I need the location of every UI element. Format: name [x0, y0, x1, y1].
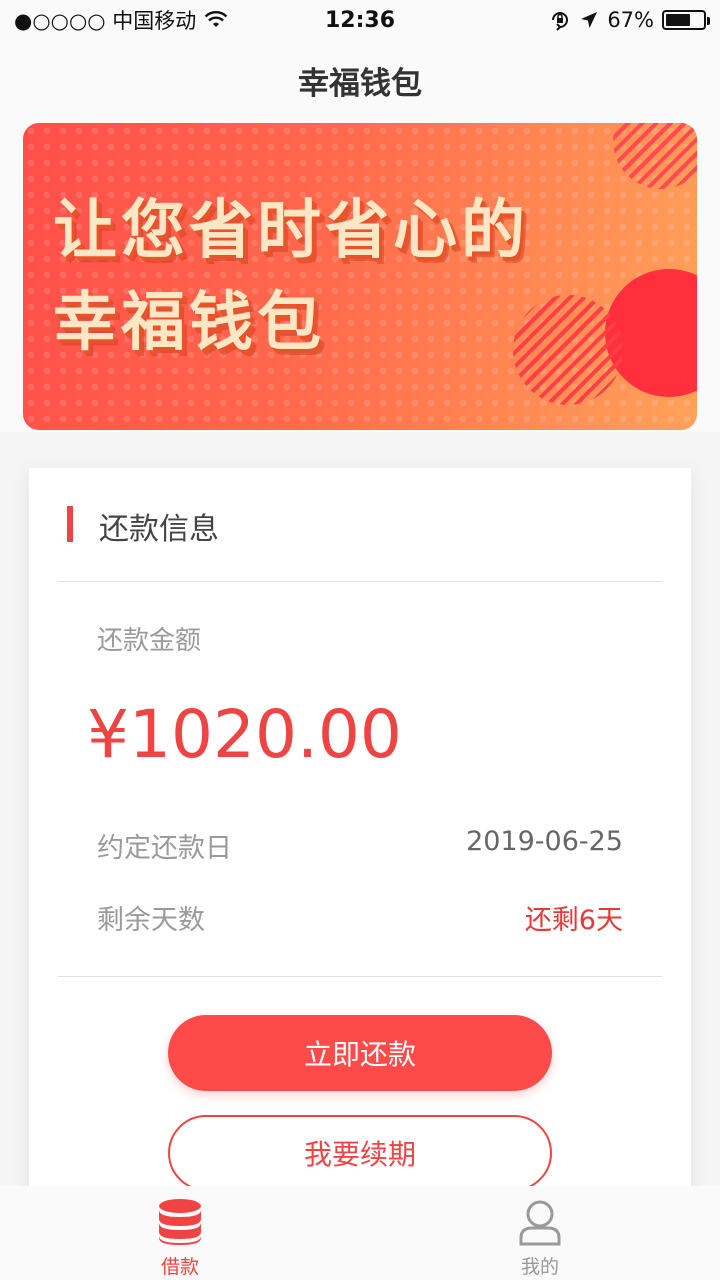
user-icon	[519, 1200, 561, 1246]
status-right: 67%	[549, 8, 710, 32]
remaining-days-value: 还剩6天	[524, 905, 623, 936]
striped-circle-decoration	[513, 295, 623, 405]
due-date-label: 约定还款日	[97, 833, 232, 864]
pay-now-button[interactable]: 立即还款	[168, 1015, 552, 1091]
wifi-icon	[204, 11, 228, 27]
section-title: 还款信息	[99, 512, 219, 547]
remaining-days-label: 剩余天数	[97, 905, 205, 936]
promo-banner[interactable]: 让您省时省心的 幸福钱包	[23, 123, 697, 430]
repayment-amount: ¥1020.00	[87, 696, 402, 773]
location-arrow-icon	[581, 12, 598, 28]
divider	[58, 581, 662, 582]
tab-label-loan: 借款	[160, 1256, 199, 1278]
striped-circle-decoration	[613, 123, 697, 189]
status-left: ●○○○○ 中国移动	[14, 5, 228, 35]
banner-headline-1: 让您省时省心的	[53, 194, 529, 268]
carrier-label: ●○○○○ 中国移动	[14, 9, 197, 33]
repayment-card: 还款信息 还款金额 ¥1020.00 约定还款日 2019-06-25 剩余天数…	[29, 468, 691, 1228]
amount-label: 还款金额	[97, 626, 202, 656]
banner-area: 让您省时省心的 幸福钱包	[0, 120, 720, 432]
battery-fill	[666, 14, 691, 26]
due-date-value: 2019-06-25	[466, 826, 623, 857]
divider	[58, 976, 662, 977]
banner-headline-2: 幸福钱包	[53, 286, 325, 360]
tab-label-mine: 我的	[520, 1256, 559, 1278]
section-accent-bar	[67, 506, 73, 542]
tab-loan[interactable]: 借款	[0, 1186, 360, 1280]
database-icon	[159, 1199, 201, 1245]
status-bar: ●○○○○ 中国移动 12:36 67%	[0, 0, 720, 40]
renew-button[interactable]: 我要续期	[168, 1115, 552, 1191]
nav-bar: 幸福钱包	[0, 40, 720, 120]
remaining-days-row: 剩余天数 还剩6天	[97, 898, 623, 937]
tab-bar: 借款 我的	[0, 1186, 720, 1280]
due-date-row: 约定还款日 2019-06-25	[97, 826, 623, 865]
battery-icon	[662, 10, 710, 30]
card-header: 还款信息	[29, 468, 691, 581]
page-title: 幸福钱包	[298, 65, 422, 102]
battery-percent: 67%	[607, 8, 654, 32]
orientation-lock-icon	[552, 12, 569, 31]
tab-mine[interactable]: 我的	[360, 1186, 720, 1280]
